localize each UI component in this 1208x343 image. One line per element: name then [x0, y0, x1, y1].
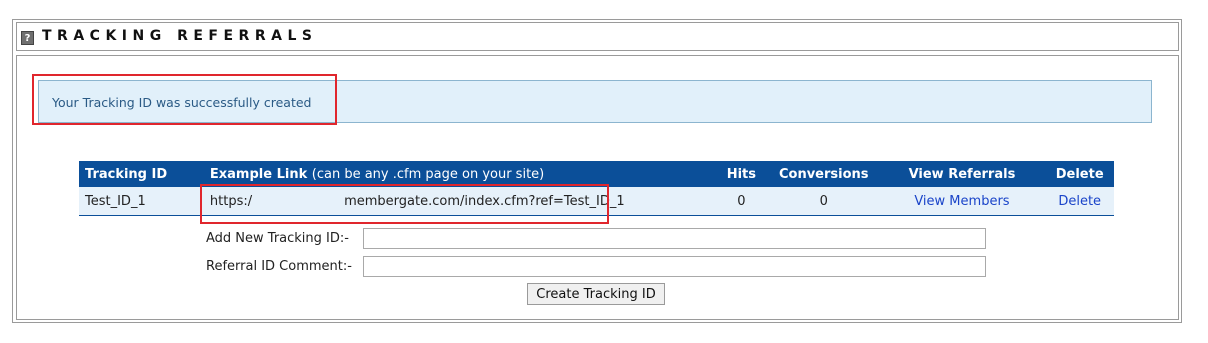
delete-link[interactable]: Delete [1058, 194, 1101, 209]
new-tracking-id-input[interactable] [363, 228, 986, 249]
cell-view-referrals: View Members [878, 187, 1046, 216]
page-title: TRACKING REFERRALS [42, 28, 318, 44]
help-icon[interactable]: ? [21, 31, 34, 45]
col-hits: Hits [713, 161, 769, 187]
col-example-link-label: Example Link [209, 166, 308, 182]
cell-tracking-id: Test_ID_1 [79, 187, 204, 216]
create-tracking-id-button[interactable]: Create Tracking ID [527, 283, 665, 305]
cell-conversions: 0 [768, 187, 879, 216]
title-bar: ? TRACKING REFERRALS [16, 22, 1179, 51]
cell-delete: Delete [1045, 187, 1114, 216]
col-example-link-note: (can be any .cfm page on your site) [311, 166, 545, 182]
col-delete: Delete [1045, 161, 1114, 187]
new-tracking-id-label: Add New Tracking ID:- [206, 231, 349, 246]
highlight-box-notice [32, 74, 337, 125]
cell-hits: 0 [713, 187, 769, 216]
referral-comment-input[interactable] [363, 256, 986, 277]
referral-comment-label: Referral ID Comment:- [206, 259, 352, 274]
col-conversions: Conversions [768, 161, 879, 187]
view-members-link[interactable]: View Members [914, 194, 1009, 209]
highlight-box-link [200, 184, 609, 224]
col-tracking-id: Tracking ID [79, 161, 204, 187]
col-view-referrals: View Referrals [878, 161, 1046, 187]
